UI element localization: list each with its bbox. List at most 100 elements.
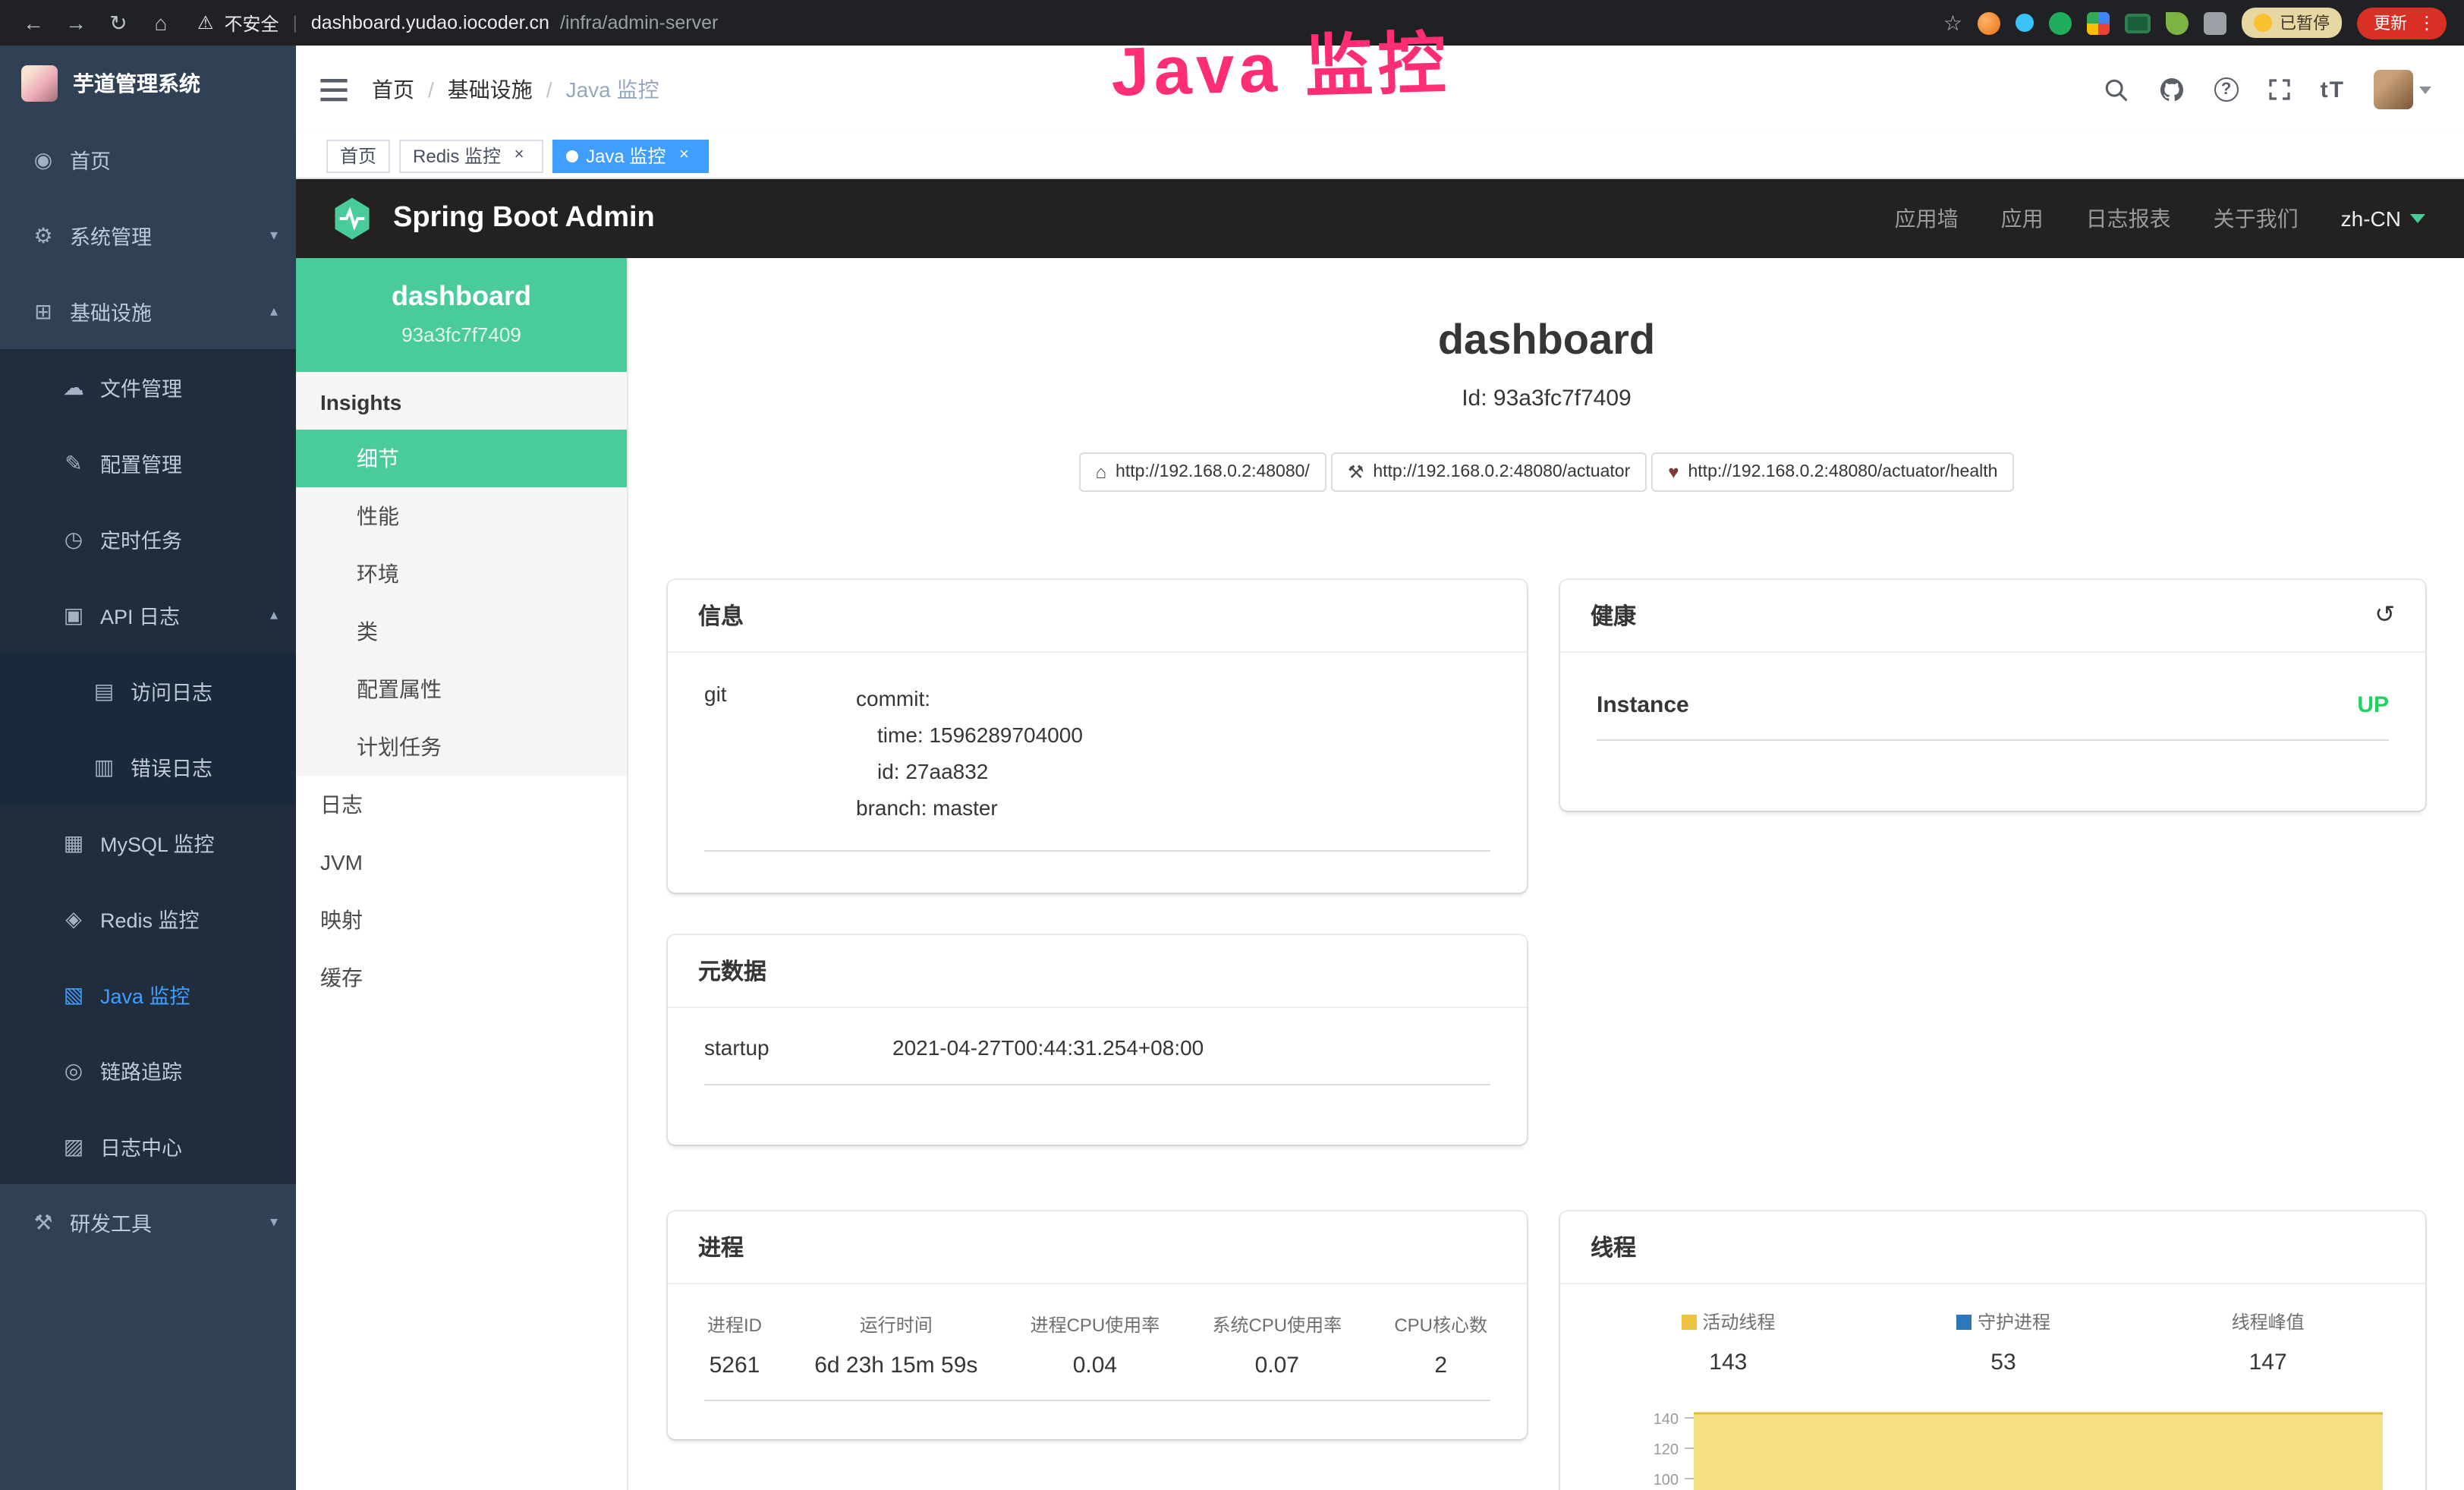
stat-system-cpu: 系统CPU使用率 0.07: [1212, 1312, 1342, 1378]
threads-legend: 活动线程 143 守护进程 53 线程峰值 14: [1591, 1303, 2395, 1391]
sba-item-jvm[interactable]: JVM: [296, 833, 627, 891]
fullscreen-icon[interactable]: [2267, 77, 2292, 102]
endpoint-actuator-url[interactable]: ⚒ http://192.168.0.2:48080/actuator: [1331, 452, 1647, 492]
redis-icon: ◈: [61, 906, 87, 931]
extension-icon-drop[interactable]: [2016, 14, 2034, 32]
legend-daemon-threads: 守护进程 53: [1956, 1309, 2050, 1375]
sba-item-logs[interactable]: 日志: [296, 776, 627, 833]
paused-extension-pill[interactable]: 已暂停: [2242, 8, 2342, 38]
extension-icon-leaf[interactable]: [2166, 11, 2189, 34]
clock-icon: ◷: [61, 526, 87, 552]
instance-header[interactable]: dashboard 93a3fc7f7409: [296, 258, 627, 372]
sidebar-item-tracing[interactable]: ◎ 链路追踪: [0, 1032, 296, 1108]
stat-pid: 进程ID 5261: [707, 1312, 762, 1378]
chevron-down-icon: [2410, 214, 2425, 223]
svg-text:100: 100: [1654, 1472, 1679, 1488]
breadcrumb-home[interactable]: 首页: [372, 74, 414, 105]
instance-title: dashboard: [628, 316, 2464, 364]
app-sidebar: 芋道管理系统 ◉ 首页 ⚙ 系统管理 ▾ ⊞ 基础设施 ▴ ☁ 文件管理 ✎: [0, 46, 296, 1490]
app-logo-row[interactable]: 芋道管理系统: [0, 46, 296, 121]
sba-nav-applications[interactable]: 应用: [2001, 203, 2044, 234]
log-icon: ▣: [61, 602, 87, 628]
header-actions: ? tT: [2104, 70, 2431, 109]
forward-icon[interactable]: →: [61, 11, 91, 35]
tags-view: 首页 Redis 监控 × Java 监控 ×: [296, 134, 2464, 179]
sidebar-item-mysql-monitor[interactable]: ▦ MySQL 监控: [0, 805, 296, 880]
sidebar-item-dev-tools[interactable]: ⚒ 研发工具 ▾: [0, 1184, 296, 1260]
database-icon: ▦: [61, 830, 87, 855]
home-icon: ⌂: [1096, 461, 1107, 483]
sba-nav-about[interactable]: 关于我们: [2214, 203, 2299, 234]
home-icon[interactable]: ⌂: [146, 11, 176, 35]
sba-brand[interactable]: Spring Boot Admin: [393, 202, 655, 235]
sba-nav-journal[interactable]: 日志报表: [2086, 203, 2171, 234]
sba-item-mappings[interactable]: 映射: [296, 891, 627, 949]
tab-redis-monitor[interactable]: Redis 监控 ×: [399, 139, 543, 172]
threads-card-title: 线程: [1560, 1211, 2425, 1284]
sba-item-environment[interactable]: 环境: [296, 545, 627, 603]
content-area: Spring Boot Admin 应用墙 应用 日志报表 关于我们 zh-CN: [296, 179, 2464, 1490]
tools-icon: ⚒: [30, 1209, 56, 1235]
sidebar-item-redis-monitor[interactable]: ◈ Redis 监控: [0, 880, 296, 956]
page: Java 监控 ← → ↻ ⌂ ⚠ 不安全 | dashboard.yudao.…: [0, 0, 2464, 1490]
document-icon: ▥: [91, 754, 117, 780]
help-icon[interactable]: ?: [2214, 77, 2239, 102]
hamburger-icon[interactable]: [320, 78, 348, 101]
sba-navbar: Spring Boot Admin 应用墙 应用 日志报表 关于我们 zh-CN: [296, 179, 2464, 258]
search-icon[interactable]: [2104, 77, 2129, 102]
tab-home[interactable]: 首页: [326, 139, 390, 172]
close-icon[interactable]: ×: [508, 145, 530, 166]
extension-icon-badge[interactable]: [2125, 13, 2151, 33]
sidebar-item-infrastructure[interactable]: ⊞ 基础设施 ▴: [0, 273, 296, 349]
sba-nav-wallboard[interactable]: 应用墙: [1895, 203, 1959, 234]
sidebar-item-files[interactable]: ☁ 文件管理: [0, 349, 296, 425]
user-avatar[interactable]: [2374, 70, 2431, 109]
sba-item-caches[interactable]: 缓存: [296, 949, 627, 1006]
sidebar-item-api-logs[interactable]: ▣ API 日志 ▴: [0, 577, 296, 653]
breadcrumb: 首页 / 基础设施 / Java 监控: [372, 74, 659, 105]
sba-main: dashboard Id: 93a3fc7f7409 ⌂ http://192.…: [628, 258, 2464, 1490]
extension-icon-orange[interactable]: [1978, 11, 2000, 34]
history-icon[interactable]: ↺: [2374, 603, 2395, 628]
sidebar-item-system[interactable]: ⚙ 系统管理 ▾: [0, 197, 296, 273]
sba-item-classes[interactable]: 类: [296, 603, 627, 660]
sidebar-item-jobs[interactable]: ◷ 定时任务: [0, 501, 296, 577]
avatar: [2374, 70, 2413, 109]
browser-toolbar: ← → ↻ ⌂ ⚠ 不安全 | dashboard.yudao.iocoder.…: [0, 0, 2464, 46]
extensions-puzzle-icon[interactable]: [2204, 11, 2226, 34]
locale-selector[interactable]: zh-CN: [2341, 206, 2425, 231]
sidebar-item-home[interactable]: ◉ 首页: [0, 121, 296, 197]
sidebar-item-log-center[interactable]: ▨ 日志中心: [0, 1108, 296, 1184]
java-monitor-icon: ▧: [61, 981, 87, 1007]
stat-cpu-cores: CPU核心数 2: [1394, 1312, 1487, 1378]
dashboard-icon: ◉: [30, 146, 56, 172]
sba-item-scheduled-tasks[interactable]: 计划任务: [296, 718, 627, 776]
metadata-card: 元数据 startup 2021-04-27T00:44:31.254+08:0…: [668, 935, 1527, 1145]
extension-icon-grid[interactable]: [2087, 11, 2110, 34]
reload-icon[interactable]: ↻: [103, 10, 134, 36]
health-card-title: 健康: [1591, 600, 1636, 632]
breadcrumb-infrastructure[interactable]: 基础设施: [448, 74, 533, 105]
github-icon[interactable]: [2158, 76, 2186, 103]
spring-boot-admin-logo-icon: [329, 196, 375, 241]
close-icon[interactable]: ×: [673, 145, 694, 166]
extension-icon-green[interactable]: [2049, 11, 2072, 34]
info-card: 信息 git commit: time: 1596289704000 id: 2…: [668, 580, 1527, 893]
sidebar-item-java-monitor[interactable]: ▧ Java 监控: [0, 956, 296, 1032]
sba-item-metrics[interactable]: 性能: [296, 487, 627, 545]
endpoint-service-url[interactable]: ⌂ http://192.168.0.2:48080/: [1079, 452, 1326, 492]
bookmark-star-icon[interactable]: ☆: [1943, 10, 1962, 36]
address-bar[interactable]: ⚠ 不安全 | dashboard.yudao.iocoder.cn/infra…: [197, 10, 718, 36]
sba-item-details[interactable]: 细节: [296, 430, 627, 487]
back-icon[interactable]: ←: [18, 11, 49, 35]
process-stats: 进程ID 5261 运行时间 6d 23h 15m 59s 进程CPU使用率: [704, 1312, 1490, 1401]
instance-name: dashboard: [308, 281, 615, 313]
chrome-update-button[interactable]: 更新 ⋮: [2357, 7, 2447, 39]
sidebar-item-access-logs[interactable]: ▤ 访问日志: [0, 653, 296, 729]
sidebar-item-config[interactable]: ✎ 配置管理: [0, 425, 296, 501]
endpoint-health-url[interactable]: ♥ http://192.168.0.2:48080/actuator/heal…: [1651, 452, 2014, 492]
font-size-icon[interactable]: tT: [2321, 77, 2345, 102]
sidebar-item-error-logs[interactable]: ▥ 错误日志: [0, 729, 296, 805]
tab-java-monitor[interactable]: Java 监控 ×: [552, 139, 708, 172]
sba-item-config-props[interactable]: 配置属性: [296, 660, 627, 718]
